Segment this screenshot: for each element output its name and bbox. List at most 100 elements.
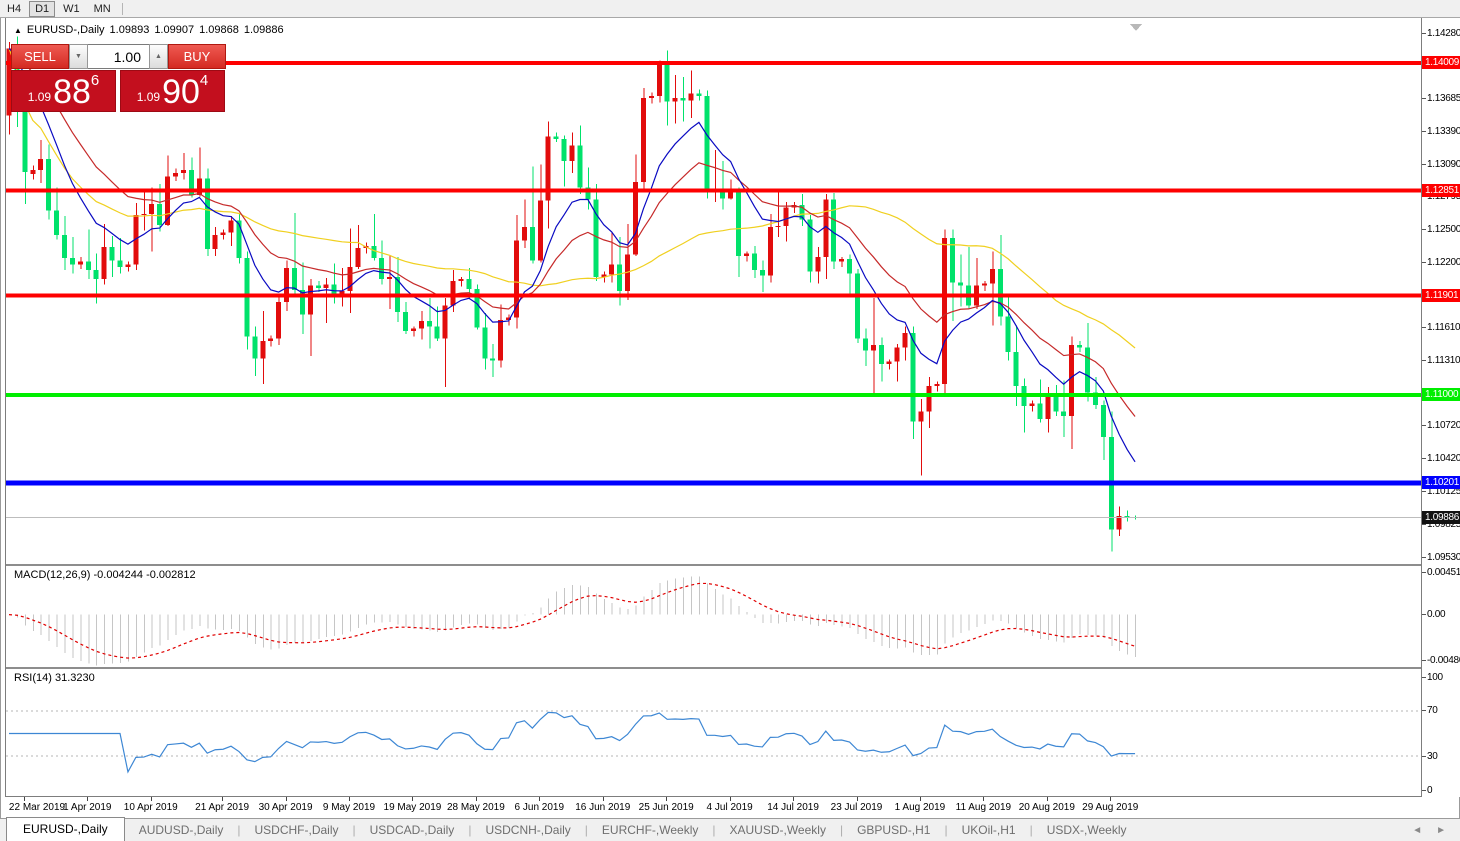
rsi-canvas[interactable] xyxy=(6,669,1422,796)
volume-input[interactable] xyxy=(88,44,149,69)
candle-bull xyxy=(744,254,749,256)
sell-button[interactable]: SELL xyxy=(11,44,69,69)
price-axis-label: 1.14280 xyxy=(1427,28,1460,39)
one-click-trade-panel: SELL ▼ ▲ BUY 1.09 88 6 1.09 90 4 xyxy=(11,44,226,112)
date-axis[interactable]: 22 Mar 20191 Apr 201910 Apr 201921 Apr 2… xyxy=(5,797,1421,818)
candle-bull xyxy=(673,98,678,101)
rsi-line xyxy=(9,712,1135,772)
tab-xauusd-weekly[interactable]: XAUUSD-,Weekly xyxy=(715,820,839,841)
price-axis-tick xyxy=(1422,327,1426,328)
candle-bull xyxy=(213,235,218,249)
candle-bull xyxy=(641,98,646,182)
tab-eurusd-daily[interactable]: EURUSD-,Daily xyxy=(6,817,125,841)
volume-decrease-button[interactable]: ▼ xyxy=(69,44,88,69)
candle-bull xyxy=(173,173,178,176)
tabs-scroll-right-icon[interactable]: ► xyxy=(1436,825,1446,836)
chart-header: ▲ EURUSD-,Daily 1.09893 1.09907 1.09868 … xyxy=(14,24,284,36)
symbol-period-label: EURUSD-,Daily xyxy=(27,24,105,36)
candle-bull xyxy=(411,329,416,331)
price-axis-tick xyxy=(1422,33,1426,34)
candle-bear xyxy=(371,246,376,258)
candle-bull xyxy=(649,96,654,98)
date-axis-tick xyxy=(603,797,604,801)
buy-price-display[interactable]: 1.09 90 4 xyxy=(120,70,225,112)
candle-bear xyxy=(704,96,709,191)
macd-axis-label: 0.00 xyxy=(1427,609,1445,620)
candle-bear xyxy=(46,159,51,211)
sell-price-prefix: 1.09 xyxy=(28,90,51,104)
candle-bear xyxy=(1014,352,1019,386)
candle-bear xyxy=(863,339,868,351)
candle-bear xyxy=(403,312,408,331)
candle-bull xyxy=(387,277,392,279)
date-axis-label: 19 May 2019 xyxy=(384,802,442,813)
support-price-tag: 1.10201 xyxy=(1422,476,1460,489)
tabs-scroll-left-icon[interactable]: ◄ xyxy=(1412,825,1422,836)
tab-eurchf-weekly[interactable]: EURCHF-,Weekly xyxy=(588,820,712,841)
tab-audusd-daily[interactable]: AUDUSD-,Daily xyxy=(125,820,238,841)
timeframe-button-h4[interactable]: H4 xyxy=(1,1,27,17)
candle-bull xyxy=(221,233,226,235)
buy-price-prefix: 1.09 xyxy=(137,90,160,104)
price-axis[interactable]: 1.142801.139851.136851.133901.130901.127… xyxy=(1421,18,1460,797)
macd-canvas[interactable] xyxy=(6,566,1422,667)
date-axis-tick xyxy=(857,797,858,801)
sell-price-display[interactable]: 1.09 88 6 xyxy=(11,70,116,112)
candle-bull xyxy=(895,347,900,361)
chart-plot-area[interactable]: ▲ EURUSD-,Daily 1.09893 1.09907 1.09868 … xyxy=(5,18,1421,797)
buy-button[interactable]: BUY xyxy=(168,44,226,69)
candle-bear xyxy=(236,221,241,259)
date-axis-tick xyxy=(666,797,667,801)
candle-bear xyxy=(736,192,741,256)
timeframe-button-d1[interactable]: D1 xyxy=(29,1,55,17)
candle-bull xyxy=(926,386,931,411)
price-axis-label: 1.11610 xyxy=(1427,322,1460,333)
candle-bull xyxy=(1069,345,1074,416)
date-axis-tick xyxy=(1110,797,1111,801)
candle-bear xyxy=(1053,395,1058,412)
candle-bull xyxy=(570,146,575,161)
candle-bull xyxy=(149,204,154,214)
timeframe-toolbar: H4D1W1MN xyxy=(0,0,1460,18)
date-axis-tick xyxy=(286,797,287,801)
candle-bull xyxy=(451,281,456,305)
date-axis-label: 21 Apr 2019 xyxy=(195,802,249,813)
candle-bull xyxy=(609,265,614,275)
price-axis-label: 1.13390 xyxy=(1427,126,1460,137)
date-axis-tick xyxy=(793,797,794,801)
tab-usdcnh-daily[interactable]: USDCNH-,Daily xyxy=(471,820,584,841)
candle-bear xyxy=(490,358,495,360)
candle-bear xyxy=(70,258,75,265)
macd-axis-label: -0.004804 xyxy=(1427,655,1460,666)
candle-bear xyxy=(855,273,860,338)
timeframe-button-mn[interactable]: MN xyxy=(88,1,117,17)
candle-bear xyxy=(681,98,686,100)
tab-ukoil-h1[interactable]: UKOil-,H1 xyxy=(948,820,1030,841)
tab-gbpusd-h1[interactable]: GBPUSD-,H1 xyxy=(843,820,944,841)
candle-bull xyxy=(78,261,83,264)
tab-usdx-weekly[interactable]: USDX-,Weekly xyxy=(1033,820,1141,841)
volume-increase-button[interactable]: ▲ xyxy=(149,44,168,69)
date-axis-label: 1 Apr 2019 xyxy=(63,802,111,813)
tab-usdcad-daily[interactable]: USDCAD-,Daily xyxy=(356,820,469,841)
candle-bear xyxy=(62,235,67,258)
date-axis-label: 16 Jun 2019 xyxy=(575,802,630,813)
candle-bear xyxy=(316,286,321,288)
timeframe-button-w1[interactable]: W1 xyxy=(57,1,86,17)
macd-histogram xyxy=(10,577,1136,666)
candle-bull xyxy=(276,302,281,338)
tab-usdchf-daily[interactable]: USDCHF-,Daily xyxy=(241,820,353,841)
macd-values: -0.004244 -0.002812 xyxy=(93,569,195,581)
date-axis-label: 14 Jul 2019 xyxy=(767,802,819,813)
ohlc-low: 1.09868 xyxy=(199,24,239,36)
candle-bull xyxy=(141,214,146,215)
candle-bull xyxy=(768,227,773,276)
candle-bear xyxy=(998,269,1003,316)
collapse-triangle-icon[interactable]: ▲ xyxy=(14,26,22,35)
candle-bull xyxy=(887,362,892,364)
buy-price-pipette: 4 xyxy=(200,72,208,89)
bid-price-tag: 1.09886 xyxy=(1422,511,1460,524)
mt4-chart-window: H4D1W1MN ▲ EURUSD-,Daily 1.09893 1.09907… xyxy=(0,0,1460,841)
candle-bull xyxy=(538,201,543,261)
candle-bear xyxy=(427,321,432,327)
